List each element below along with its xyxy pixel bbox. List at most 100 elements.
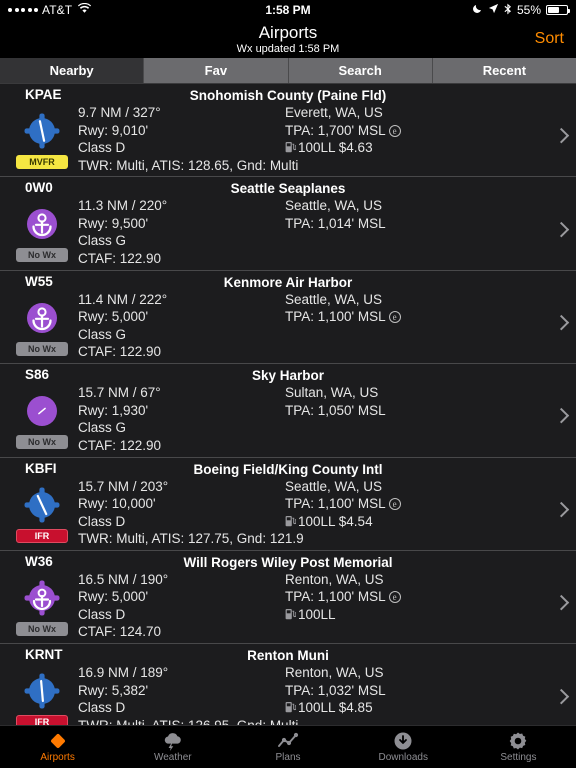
tpa-row: TPA: 1,032' MSL xyxy=(285,682,386,700)
airport-compass-icon xyxy=(19,668,65,714)
city-state-label: Renton, WA, US xyxy=(285,571,384,587)
chevron-right-icon[interactable] xyxy=(553,408,570,424)
bottom-tab-airports[interactable]: Airports xyxy=(0,726,115,768)
chevron-right-icon[interactable] xyxy=(553,128,570,144)
airport-row[interactable]: 0W0 Seattle Seaplanes No Wx 11.3 NM / 22… xyxy=(0,177,576,271)
battery-icon xyxy=(546,5,570,15)
airport-row[interactable]: S86 Sky Harbor No Wx 15.7 NM / 67° Rwy: … xyxy=(0,364,576,458)
airport-distance-column: 16.9 NM / 189° Rwy: 5,382' Class D xyxy=(78,664,168,717)
airport-identifier: KRNT xyxy=(25,647,63,663)
airport-row-body: No Wx 11.4 NM / 222° Rwy: 5,000' Class G… xyxy=(0,291,576,363)
airport-row[interactable]: W55 Kenmore Air Harbor No Wx 11.4 NM / 2… xyxy=(0,271,576,365)
fuel-pump-icon xyxy=(285,514,297,526)
fuel-price-label: 100LL $4.85 xyxy=(298,700,373,716)
runway-length-label: Rwy: 1,930' xyxy=(78,402,149,418)
distance-bearing-label: 15.7 NM / 67° xyxy=(78,385,161,401)
airport-row-header: W55 Kenmore Air Harbor xyxy=(0,271,576,291)
weather-status-badge: IFR xyxy=(16,528,68,543)
bottom-tab-settings[interactable]: Settings xyxy=(461,726,576,768)
city-state-label: Seattle, WA, US xyxy=(285,198,383,214)
fuel-row: 100LL $4.54 xyxy=(285,513,401,531)
airport-compass-icon xyxy=(19,108,65,154)
frequency-label: CTAF: 122.90 xyxy=(78,250,162,266)
elevation-source-badge: e xyxy=(388,124,401,137)
fuel-price-label: 100LL $4.54 xyxy=(298,513,373,529)
airspace-class-label: Class G xyxy=(78,420,127,436)
bottom-tab-downloads[interactable]: Downloads xyxy=(346,726,461,768)
weather-status-badge: No Wx xyxy=(16,621,68,636)
bottom-tab-label: Downloads xyxy=(378,752,428,763)
airport-identifier: KPAE xyxy=(25,87,62,102)
weather-status-badge: IFR xyxy=(16,715,68,725)
status-bar-left: AT&T xyxy=(8,2,92,17)
fuel-pump-icon xyxy=(285,607,297,620)
airport-identifier: 0W0 xyxy=(25,180,53,196)
chevron-right-icon[interactable] xyxy=(553,501,570,518)
airport-row[interactable]: W36 Will Rogers Wiley Post Memorial No W… xyxy=(0,551,576,645)
tpa-label: TPA: 1,100' MSL xyxy=(285,309,386,325)
chevron-right-icon[interactable] xyxy=(553,594,570,611)
chevron-right-icon[interactable] xyxy=(553,221,570,237)
tpa-label: TPA: 1,050' MSL xyxy=(285,402,386,418)
tpa-row: TPA: 1,100' MSL e xyxy=(285,308,401,326)
weather-status-badge: No Wx xyxy=(16,435,68,450)
weather-updated-label: Wx updated 1:58 PM xyxy=(236,42,340,55)
airport-row-header: KRNT Renton Muni xyxy=(0,644,576,664)
airport-identifier: S86 xyxy=(25,367,50,383)
airspace-class-label: Class D xyxy=(78,606,126,622)
airspace-class-label: Class D xyxy=(78,140,126,155)
chevron-right-icon[interactable] xyxy=(553,314,570,331)
signal-strength-icon xyxy=(8,8,38,12)
tpa-row: TPA: 1,700' MSL e xyxy=(285,122,401,140)
airport-distance-column: 16.5 NM / 190° Rwy: 5,000' Class D xyxy=(78,571,168,624)
tab-nearby[interactable]: Nearby xyxy=(0,58,145,83)
runway-length-label: Rwy: 5,000' xyxy=(78,589,149,605)
seaplane-compass-icon xyxy=(19,575,65,621)
airport-name: Renton Muni xyxy=(247,648,329,664)
tab-fav[interactable]: Fav xyxy=(144,58,289,83)
frequency-label: CTAF: 122.90 xyxy=(78,344,162,360)
airspace-class-label: Class D xyxy=(78,700,126,716)
chevron-right-icon[interactable] xyxy=(553,688,570,704)
weather-status-badge: No Wx xyxy=(16,341,68,356)
runway-length-label: Rwy: 5,000' xyxy=(78,309,149,325)
fuel-pump-icon xyxy=(285,140,297,153)
runway-length-label: Rwy: 5,382' xyxy=(78,682,149,698)
airport-row[interactable]: KBFI Boeing Field/King County Intl IFR 1… xyxy=(0,458,576,551)
frequency-label: CTAF: 124.70 xyxy=(78,624,162,640)
airport-name: Will Rogers Wiley Post Memorial xyxy=(183,554,393,570)
airport-row-header: W36 Will Rogers Wiley Post Memorial xyxy=(0,551,576,571)
bottom-tab-weather[interactable]: Weather xyxy=(115,726,230,768)
airport-row[interactable]: KPAE Snohomish County (Paine Fld) MVFR 9… xyxy=(0,84,576,178)
airport-row[interactable]: KRNT Renton Muni IFR 16.9 NM / 189° Rwy:… xyxy=(0,644,576,725)
airport-location-column: Everett, WA, US TPA: 1,700' MSL e 100LL $… xyxy=(285,104,401,157)
elevation-source-badge: e xyxy=(388,591,401,604)
airspace-class-label: Class G xyxy=(78,233,127,249)
location-arrow-icon xyxy=(488,3,499,17)
status-bar: AT&T 1:58 PM 55% xyxy=(0,0,576,20)
airport-list[interactable]: KPAE Snohomish County (Paine Fld) MVFR 9… xyxy=(0,84,576,725)
tpa-row: TPA: 1,100' MSL e xyxy=(285,588,401,606)
airport-row-body: No Wx 16.5 NM / 190° Rwy: 5,000' Class D… xyxy=(0,571,576,643)
seaplane-anchor-icon xyxy=(19,201,65,247)
nav-title-group: Airports Wx updated 1:58 PM xyxy=(237,23,340,55)
tpa-row: TPA: 1,050' MSL xyxy=(285,402,386,420)
bottom-tab-plans[interactable]: Plans xyxy=(230,726,345,768)
bottom-tab-bar: Airports Weather Plans Downloads Setting… xyxy=(0,725,576,768)
tab-recent[interactable]: Recent xyxy=(432,58,576,83)
elevation-source-badge: e xyxy=(388,311,401,324)
bluetooth-icon xyxy=(504,3,512,18)
tab-search[interactable]: Search xyxy=(288,58,433,83)
route-chart-icon xyxy=(277,731,299,751)
airport-name: Boeing Field/King County Intl xyxy=(193,461,383,477)
sort-button[interactable]: Sort xyxy=(535,30,564,48)
airport-row-body: IFR 16.9 NM / 189° Rwy: 5,382' Class D R… xyxy=(0,664,576,725)
airspace-class-label: Class G xyxy=(78,326,127,342)
airport-row-header: S86 Sky Harbor xyxy=(0,364,576,384)
frequency-label: TWR: Multi, ATIS: 128.65, Gnd: Multi xyxy=(78,157,299,173)
city-state-label: Sultan, WA, US xyxy=(285,385,379,401)
tpa-row: TPA: 1,100' MSL e xyxy=(285,495,401,513)
tpa-label: TPA: 1,032' MSL xyxy=(285,682,386,698)
distance-bearing-label: 11.3 NM / 220° xyxy=(78,198,168,214)
distance-bearing-label: 16.9 NM / 189° xyxy=(78,665,169,681)
